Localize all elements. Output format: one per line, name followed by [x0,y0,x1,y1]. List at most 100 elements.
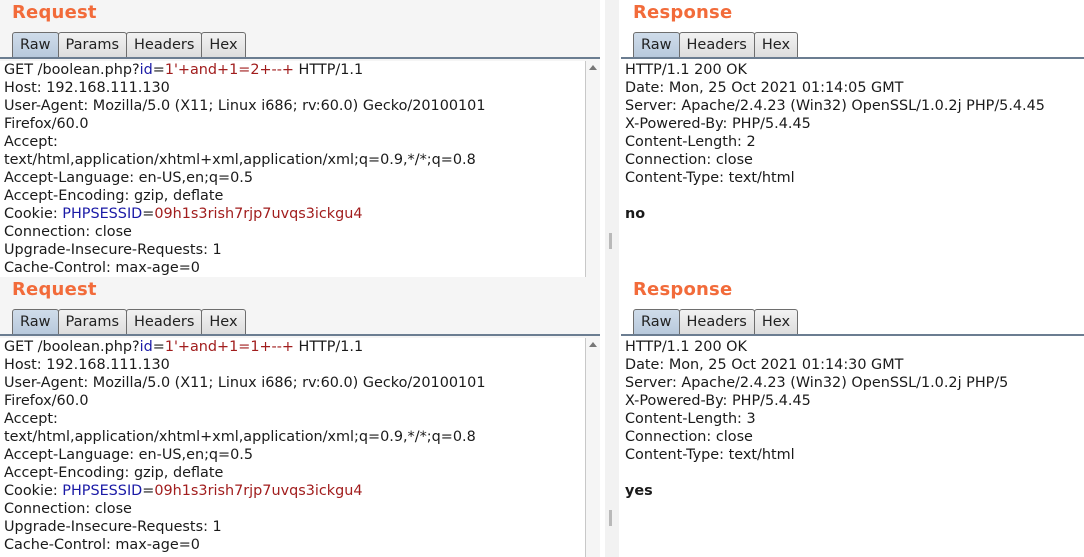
line-text: = [142,206,155,222]
line-text: Date: Mon, 25 Oct 2021 01:14:30 GMT [625,357,904,373]
line-text: Server: Apache/2.4.23 (Win32) OpenSSL/1.… [625,375,1009,391]
line-text: Accept: [4,411,58,427]
response-pane: Response Raw Headers Hex HTTP/1.1 200 OK… [621,277,1084,557]
line-text: Cache-Control: max-age=0 [4,260,200,276]
message-line: Firefox/60.0 [0,115,585,133]
line-text: = [152,339,165,355]
line-text: text/html,application/xhtml+xml,applicat… [4,152,476,168]
param-value: 09h1s3rish7rjp7uvqs3ickgu4 [154,206,363,222]
line-text: Connection: close [4,501,132,517]
raw-message-editor[interactable]: HTTP/1.1 200 OK Date: Mon, 25 Oct 2021 01… [621,338,1084,557]
tab-params[interactable]: Params [57,32,128,57]
vertical-split-divider[interactable] [605,0,619,557]
vertical-scrollbar[interactable] [586,61,600,278]
pane-title: Request [12,279,97,300]
message-line: X-Powered-By: PHP/5.4.45 [621,392,1084,410]
message-line: Connection: close [0,500,585,518]
request-tabs: Raw Params Headers Hex [12,32,246,58]
scroll-up-arrow-icon[interactable] [589,342,597,347]
tab-hex[interactable]: Hex [201,309,246,334]
tab-headers[interactable]: Headers [678,32,755,57]
param-name: PHPSESSID [62,483,143,499]
response-tabs: Raw Headers Hex [633,309,799,335]
raw-message-editor[interactable]: HTTP/1.1 200 OK Date: Mon, 25 Oct 2021 01… [621,61,1084,278]
message-line: GET /boolean.php?id=1'+and+1=2+--+ HTTP/… [0,61,585,79]
message-line: Content-Length: 3 [621,410,1084,428]
divider-grip[interactable] [609,510,612,526]
param-name: id [139,339,153,355]
tab-raw[interactable]: Raw [12,309,59,334]
tab-divider [0,57,600,59]
response-tabs: Raw Headers Hex [633,32,799,58]
line-text: Cache-Control: max-age=0 [4,537,200,553]
request-pane: Request Raw Params Headers Hex GET /bool… [0,277,600,557]
message-line: Connection: close [621,151,1084,169]
scroll-up-arrow-icon[interactable] [589,65,597,70]
message-line: Content-Length: 2 [621,133,1084,151]
tab-raw[interactable]: Raw [633,309,680,334]
line-text: = [142,483,155,499]
message-line: Connection: close [0,223,585,241]
line-text: HTTP/1.1 [293,339,364,355]
message-line: Host: 192.168.111.130 [0,356,585,374]
raw-message-editor[interactable]: GET /boolean.php?id=1'+and+1=2+--+ HTTP/… [0,61,586,278]
line-text: = [152,62,165,78]
message-line [621,187,1084,205]
line-text: Host: 192.168.111.130 [4,357,170,373]
message-line: Cookie: PHPSESSID=09h1s3rish7rjp7uvqs3ic… [0,205,585,223]
line-text: Accept-Encoding: gzip, deflate [4,465,224,481]
request-tabs: Raw Params Headers Hex [12,309,246,335]
raw-message-editor[interactable]: GET /boolean.php?id=1'+and+1=1+--+ HTTP/… [0,338,586,557]
tab-hex[interactable]: Hex [201,32,246,57]
line-text: Connection: close [625,429,753,445]
message-line: Accept: [0,133,585,151]
line-text: Host: 192.168.111.130 [4,80,170,96]
tab-hex[interactable]: Hex [753,32,799,57]
line-text: Accept-Language: en-US,en;q=0.5 [4,170,253,186]
request-pane: Request Raw Params Headers Hex GET /bool… [0,0,600,278]
line-text: Cookie: [4,483,63,499]
param-name: PHPSESSID [62,206,143,222]
param-value: 1'+and+1=1+--+ [164,339,294,355]
line-text: Accept: [4,134,58,150]
line-text: yes [625,483,653,499]
message-line: Cache-Control: max-age=0 [0,536,585,554]
tab-raw[interactable]: Raw [633,32,680,57]
message-line: Accept-Encoding: gzip, deflate [0,464,585,482]
tab-hex[interactable]: Hex [753,309,799,334]
message-line: Connection: close [621,428,1084,446]
divider-grip[interactable] [609,233,612,249]
message-line: Cache-Control: max-age=0 [0,259,585,277]
message-line: Host: 192.168.111.130 [0,79,585,97]
line-text: GET /boolean.php? [4,339,140,355]
pane-title: Response [633,2,733,23]
tab-headers[interactable]: Headers [126,309,203,334]
message-line: Server: Apache/2.4.23 (Win32) OpenSSL/1.… [621,374,1084,392]
line-text: Cookie: [4,206,63,222]
line-text: X-Powered-By: PHP/5.4.45 [625,116,811,132]
message-line: Firefox/60.0 [0,392,585,410]
tab-raw[interactable]: Raw [12,32,59,57]
line-text: Connection: close [4,224,132,240]
vertical-scrollbar[interactable] [586,338,600,557]
line-text: X-Powered-By: PHP/5.4.45 [625,393,811,409]
line-text: Server: Apache/2.4.23 (Win32) OpenSSL/1.… [625,98,1045,114]
pane-title: Request [12,2,97,23]
param-value: 09h1s3rish7rjp7uvqs3ickgu4 [154,483,363,499]
message-line: no [621,205,1084,223]
tab-headers[interactable]: Headers [678,309,755,334]
line-text: Date: Mon, 25 Oct 2021 01:14:05 GMT [625,80,904,96]
tab-params[interactable]: Params [57,309,128,334]
message-line: Server: Apache/2.4.23 (Win32) OpenSSL/1.… [621,97,1084,115]
tab-divider [0,334,600,336]
line-text: Content-Length: 3 [625,411,756,427]
message-line: User-Agent: Mozilla/5.0 (X11; Linux i686… [0,97,585,115]
param-value: 1'+and+1=2+--+ [164,62,294,78]
line-text: HTTP/1.1 200 OK [625,62,747,78]
message-line: User-Agent: Mozilla/5.0 (X11; Linux i686… [0,374,585,392]
message-line: X-Powered-By: PHP/5.4.45 [621,115,1084,133]
message-line: Cookie: PHPSESSID=09h1s3rish7rjp7uvqs3ic… [0,482,585,500]
tab-divider [621,334,1084,336]
line-text: Upgrade-Insecure-Requests: 1 [4,242,222,258]
tab-headers[interactable]: Headers [126,32,203,57]
